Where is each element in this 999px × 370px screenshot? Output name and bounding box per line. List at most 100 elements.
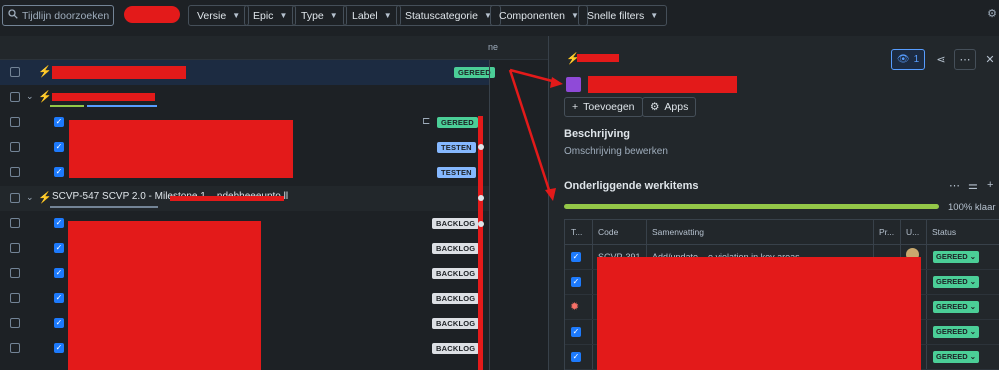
child-items-heading: Onderliggende werkitems [564, 180, 699, 192]
task-icon: ✓ [54, 318, 64, 328]
row-checkbox[interactable] [10, 167, 20, 177]
chevron-down-icon[interactable]: ⌄ [26, 192, 34, 203]
row-checkbox[interactable] [10, 343, 20, 353]
epic-icon: ⚡ [38, 91, 52, 103]
filter-label: Componenten [499, 9, 565, 22]
row-checkbox[interactable] [10, 243, 20, 253]
chevron-down-icon: ▼ [329, 11, 338, 20]
timeline-row[interactable]: ⌄ ⚡ [0, 85, 490, 110]
row-checkbox[interactable] [10, 92, 20, 102]
chevron-down-icon[interactable]: ⌄ [26, 91, 34, 102]
row-checkbox[interactable] [10, 67, 20, 77]
progress-bar-inprogress [87, 105, 157, 107]
column-header-priority[interactable]: Pr... [879, 227, 894, 237]
filter-label-text: Label [352, 9, 378, 22]
status-dropdown[interactable]: GEREED ⌄ [933, 276, 980, 288]
filter-bar: Tijdlijn doorzoeken Versie ▼ Epic ▼ Type ▼ … [0, 0, 999, 36]
chevron-down-icon: ▼ [383, 11, 392, 20]
filter-label: Statuscategorie [405, 9, 478, 22]
task-icon: ✓ [571, 277, 581, 287]
redacted-text [52, 93, 155, 101]
row-checkbox[interactable] [10, 318, 20, 328]
task-icon: ✓ [54, 117, 64, 127]
chevron-down-icon: ▼ [232, 11, 241, 20]
add-button-label: Toevoegen [583, 101, 635, 113]
redacted-text [52, 66, 186, 79]
status-label: GEREED [936, 277, 968, 286]
column-header-status[interactable]: Status [932, 227, 956, 237]
filter-versie[interactable]: Versie ▼ [188, 5, 250, 26]
progress-bar-todo [50, 206, 158, 208]
row-checkbox[interactable] [10, 218, 20, 228]
task-icon: ✓ [54, 218, 64, 228]
status-badge: BACKLOG [432, 268, 480, 279]
row-checkbox[interactable] [10, 268, 20, 278]
description-field[interactable]: Omschrijving bewerken [564, 146, 668, 157]
filter-snelle-filters[interactable]: Snelle filters ▼ [578, 5, 668, 26]
search-input[interactable]: Tijdlijn doorzoeken [2, 5, 114, 26]
timeline-row[interactable]: ⌄ ⚡ SCVP-547 SCVP 2.0 - Milestone 1 ...n… [0, 186, 490, 211]
view-settings-icon[interactable]: ⚙ [987, 7, 997, 20]
status-dropdown[interactable]: GEREED ⌄ [933, 326, 980, 338]
timeline-row[interactable]: ⚡ GEREED [0, 60, 495, 85]
column-header-code[interactable]: Code [598, 227, 618, 237]
task-icon: ✓ [571, 327, 581, 337]
epic-icon: ⚡ [38, 192, 52, 204]
more-actions-button[interactable]: ⋯ [954, 49, 976, 70]
row-checkbox[interactable] [10, 117, 20, 127]
status-badge: BACKLOG [432, 218, 480, 229]
status-label: GEREED [936, 352, 968, 361]
timeline-column-label: ne [488, 42, 499, 52]
timeline-dot [478, 221, 484, 227]
share-button[interactable]: ⋖ [930, 49, 952, 70]
chevron-down-icon: ▼ [650, 11, 659, 20]
row-checkbox[interactable] [10, 293, 20, 303]
bug-icon: ✹ [570, 301, 580, 313]
status-label: GEREED [936, 327, 968, 336]
filter-label: Versie [197, 9, 227, 22]
add-child-icon[interactable]: + [987, 179, 993, 191]
apps-icon: ⚙ [650, 101, 660, 113]
filter-epic[interactable]: Epic ▼ [244, 5, 297, 26]
row-checkbox[interactable] [10, 142, 20, 152]
redacted-avatars [124, 6, 180, 23]
close-button[interactable]: ✕ [979, 49, 999, 70]
status-dropdown[interactable]: GEREED ⌄ [933, 251, 980, 263]
filter-componenten[interactable]: Componenten ▼ [490, 5, 588, 26]
filter-label[interactable]: Label ▼ [343, 5, 401, 26]
column-header-type[interactable]: T... [571, 227, 582, 237]
filter-type[interactable]: Type ▼ [292, 5, 347, 26]
apps-button-label: Apps [664, 101, 689, 113]
more-icon[interactable]: ⋯ [949, 179, 960, 192]
watch-button[interactable]: 👁 1 [891, 49, 925, 70]
column-header-summary[interactable]: Samenvatting [652, 227, 704, 237]
epic-icon: ⚡ [38, 66, 52, 78]
add-button[interactable]: + Toevoegen [564, 97, 643, 117]
chevron-down-icon: ▼ [279, 11, 288, 20]
task-icon: ✓ [54, 293, 64, 303]
status-badge: TESTEN [437, 142, 476, 153]
task-icon: ✓ [54, 167, 64, 177]
row-checkbox[interactable] [10, 193, 20, 203]
eye-icon: 👁 [896, 54, 910, 65]
task-icon: ✓ [54, 243, 64, 253]
redacted-title [588, 76, 737, 93]
status-badge: GEREED [437, 117, 478, 128]
timeline-header: ne [0, 36, 548, 60]
filter-options-icon[interactable]: ⚌ [968, 179, 978, 192]
search-icon [8, 9, 18, 22]
timeline-dot [478, 144, 484, 150]
search-placeholder: Tijdlijn doorzoeken [22, 9, 110, 22]
plus-icon: + [572, 101, 579, 113]
progress-bar [564, 204, 939, 209]
child-issues-icon: ⊏ [422, 116, 431, 127]
status-badge: BACKLOG [432, 293, 480, 304]
description-heading: Beschrijving [564, 128, 631, 140]
status-dropdown[interactable]: GEREED ⌄ [933, 301, 980, 313]
status-badge: BACKLOG [432, 318, 480, 329]
apps-button[interactable]: ⚙ Apps [642, 97, 697, 117]
status-dropdown[interactable]: GEREED ⌄ [933, 351, 980, 363]
filter-statuscategorie[interactable]: Statuscategorie ▼ [396, 5, 501, 26]
column-header-assignee[interactable]: U... [906, 227, 919, 237]
filter-label: Snelle filters [587, 9, 645, 22]
